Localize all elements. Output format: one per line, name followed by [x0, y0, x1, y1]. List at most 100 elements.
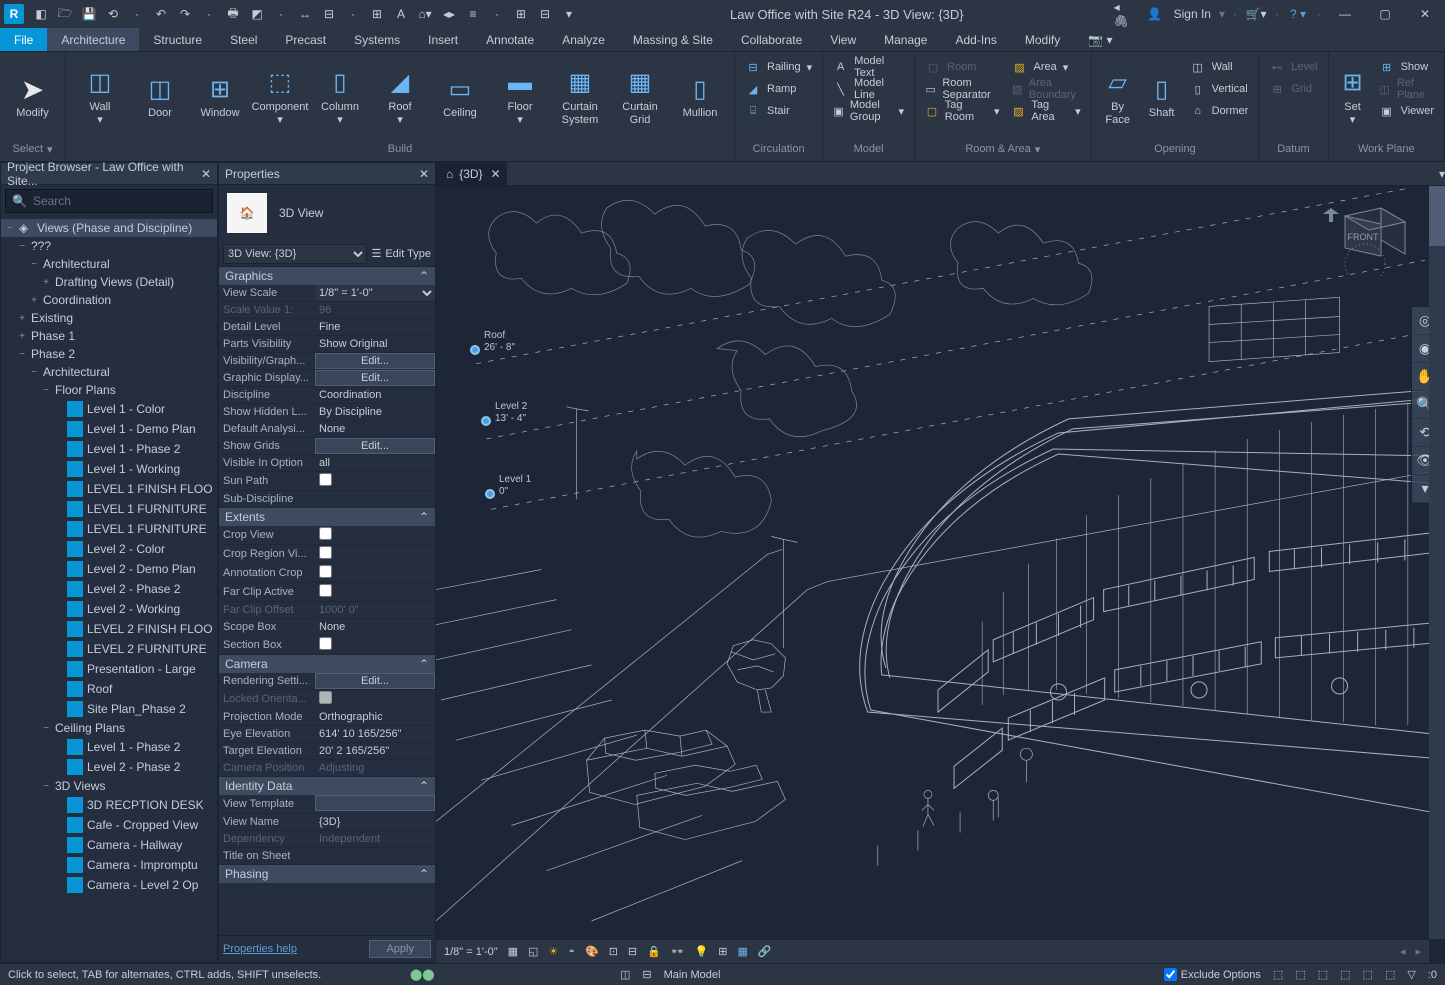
view-tab-close-icon[interactable]: ✕	[491, 167, 501, 181]
tree-node[interactable]: Level 1 - Phase 2	[1, 439, 217, 459]
prop-group-header[interactable]: Identity Data⌃	[219, 777, 435, 795]
vcb-render-icon[interactable]: 🎨	[585, 945, 599, 958]
curtain-system-button[interactable]: ▦CurtainSystem	[552, 56, 608, 138]
qat-save-icon[interactable]: 💾	[78, 3, 100, 25]
user-icon[interactable]: 👤	[1144, 3, 1166, 25]
apply-button[interactable]: Apply	[369, 940, 431, 958]
ribbon-tab-modify[interactable]: Modify	[1011, 28, 1074, 51]
vcb-scroll-right-icon[interactable]: ▸	[1415, 945, 1421, 958]
prop-checkbox[interactable]	[319, 584, 332, 597]
qat-icon-3[interactable]: ⌂▾	[414, 3, 436, 25]
qat-icon-6[interactable]: ⊞	[510, 3, 532, 25]
floor-button[interactable]: ▬Floor▾	[492, 56, 548, 138]
sb-filter-icon[interactable]: ▽	[1407, 968, 1415, 981]
tree-toggle-icon[interactable]: −	[41, 781, 51, 792]
tree-node[interactable]: Level 1 - Phase 2	[1, 737, 217, 757]
tree-node[interactable]: LEVEL 2 FINISH FLOO	[1, 619, 217, 639]
tree-node[interactable]: −Architectural	[1, 363, 217, 381]
prop-value[interactable]: Show Original	[315, 337, 435, 351]
ribbon-tab-precast[interactable]: Precast	[271, 28, 340, 51]
tree-node[interactable]: Level 2 - Phase 2	[1, 757, 217, 777]
viewer-button[interactable]: ▣Viewer	[1375, 100, 1438, 122]
set-button[interactable]: ⊞Set▾	[1335, 56, 1371, 138]
qat-home-icon[interactable]: ◧	[30, 3, 52, 25]
ribbon-tab-insert[interactable]: Insert	[414, 28, 472, 51]
tree-node[interactable]: −Phase 2	[1, 345, 217, 363]
prop-value[interactable]: Fine	[315, 320, 435, 334]
show-button[interactable]: ⊞Show	[1375, 56, 1438, 78]
help-icon[interactable]: ? ▾	[1287, 3, 1309, 25]
ribbon-tab-collaborate[interactable]: Collaborate	[727, 28, 816, 51]
tree-node[interactable]: LEVEL 2 FURNITURE	[1, 639, 217, 659]
sb-sel-icon-4[interactable]: ⬚	[1340, 968, 1350, 981]
view-scale-selector[interactable]: 1/8" = 1'-0"	[444, 946, 498, 958]
tree-node[interactable]: Level 1 - Demo Plan	[1, 419, 217, 439]
prop-edit-button[interactable]: Edit...	[315, 438, 435, 454]
ribbon-tab-file[interactable]: File	[0, 28, 47, 51]
vertical-scrollbar[interactable]	[1429, 186, 1445, 939]
prop-select[interactable]: 1/8" = 1'-0"	[315, 285, 435, 301]
cart-icon[interactable]: 🛒▾	[1245, 3, 1267, 25]
prop-value[interactable]	[315, 498, 435, 500]
view-tab-3d[interactable]: ⌂ {3D} ✕	[436, 162, 508, 185]
window-button[interactable]: ⊞Window	[192, 56, 248, 138]
by-face-button[interactable]: ▱By Face	[1098, 56, 1138, 138]
qat-redo-icon[interactable]: ↷	[174, 3, 196, 25]
sb-sel-icon-6[interactable]: ⬚	[1385, 968, 1395, 981]
ribbon-tab-massing---site[interactable]: Massing & Site	[619, 28, 727, 51]
shaft-button[interactable]: ▯Shaft	[1142, 56, 1182, 138]
qat-measure-icon[interactable]: ↔	[294, 3, 316, 25]
prop-group-header[interactable]: Phasing⌃	[219, 865, 435, 883]
qat-icon-4[interactable]: ◂▸	[438, 3, 460, 25]
prop-checkbox[interactable]	[319, 546, 332, 559]
tree-node[interactable]: LEVEL 1 FURNITURE	[1, 499, 217, 519]
tree-node[interactable]: Camera - Impromptu	[1, 855, 217, 875]
tree-node[interactable]: Level 1 - Color	[1, 399, 217, 419]
door-button[interactable]: ◫Door	[132, 56, 188, 138]
tree-node[interactable]: Site Plan_Phase 2	[1, 699, 217, 719]
tree-node[interactable]: +Coordination	[1, 291, 217, 309]
tree-toggle-icon[interactable]: +	[17, 331, 27, 342]
sb-sel-icon-5[interactable]: ⬚	[1363, 968, 1373, 981]
ribbon-tab-architecture[interactable]: Architecture	[47, 28, 139, 51]
tree-toggle-icon[interactable]: −	[41, 723, 51, 734]
prop-edit-button[interactable]: Edit...	[315, 353, 435, 369]
ribbon-tab-add-ins[interactable]: Add-Ins	[941, 28, 1010, 51]
tree-node[interactable]: Cafe - Cropped View	[1, 815, 217, 835]
tree-toggle-icon[interactable]: −	[29, 367, 39, 378]
sb-icon-1[interactable]: ◫	[620, 968, 630, 981]
tree-node[interactable]: −???	[1, 237, 217, 255]
qat-align-icon[interactable]: ⊟	[318, 3, 340, 25]
component-button[interactable]: ⬚Component▾	[252, 56, 308, 138]
tree-node[interactable]: Level 2 - Working	[1, 599, 217, 619]
tree-node[interactable]: LEVEL 1 FINISH FLOO	[1, 479, 217, 499]
tree-node[interactable]: −◈Views (Phase and Discipline)	[1, 219, 217, 237]
tree-node[interactable]: Roof	[1, 679, 217, 699]
tree-toggle-icon[interactable]: −	[41, 385, 51, 396]
tree-node[interactable]: Presentation - Large	[1, 659, 217, 679]
prop-group-header[interactable]: Graphics⌃	[219, 267, 435, 285]
tree-toggle-icon[interactable]: −	[5, 223, 15, 234]
prop-value[interactable]: 614' 10 165/256"	[315, 727, 435, 741]
qat-icon-5[interactable]: ≡	[462, 3, 484, 25]
tree-toggle-icon[interactable]: −	[29, 259, 39, 270]
close-icon[interactable]: ✕	[1409, 2, 1441, 26]
qat-icon-1[interactable]: ◩	[246, 3, 268, 25]
prop-edit-button[interactable]: Edit...	[315, 673, 435, 689]
vcb-scroll-left-icon[interactable]: ◂	[1400, 945, 1406, 958]
vcb-crop-icon[interactable]: ⊡	[609, 945, 618, 958]
vcb-lock-icon[interactable]: 🔒	[647, 945, 661, 958]
prop-checkbox[interactable]	[319, 527, 332, 540]
maximize-icon[interactable]: ▢	[1369, 2, 1401, 26]
vcb-link-icon[interactable]: 🔗	[758, 945, 772, 958]
vcb-shadow-icon[interactable]: ◓	[568, 946, 575, 958]
tag-room-button[interactable]: ▢Tag Room ▾	[921, 100, 1003, 122]
stair-button[interactable]: ⌸Stair	[741, 100, 816, 122]
edit-type-button[interactable]: ☰Edit Type	[371, 247, 431, 260]
model-group-button[interactable]: ▣Model Group ▾	[829, 100, 908, 122]
railing-button[interactable]: ⊟Railing ▾	[741, 56, 816, 78]
tree-toggle-icon[interactable]: +	[41, 277, 51, 288]
tree-node[interactable]: +Drafting Views (Detail)	[1, 273, 217, 291]
prop-value[interactable]: None	[315, 620, 435, 634]
tree-node[interactable]: LEVEL 1 FURNITURE	[1, 519, 217, 539]
